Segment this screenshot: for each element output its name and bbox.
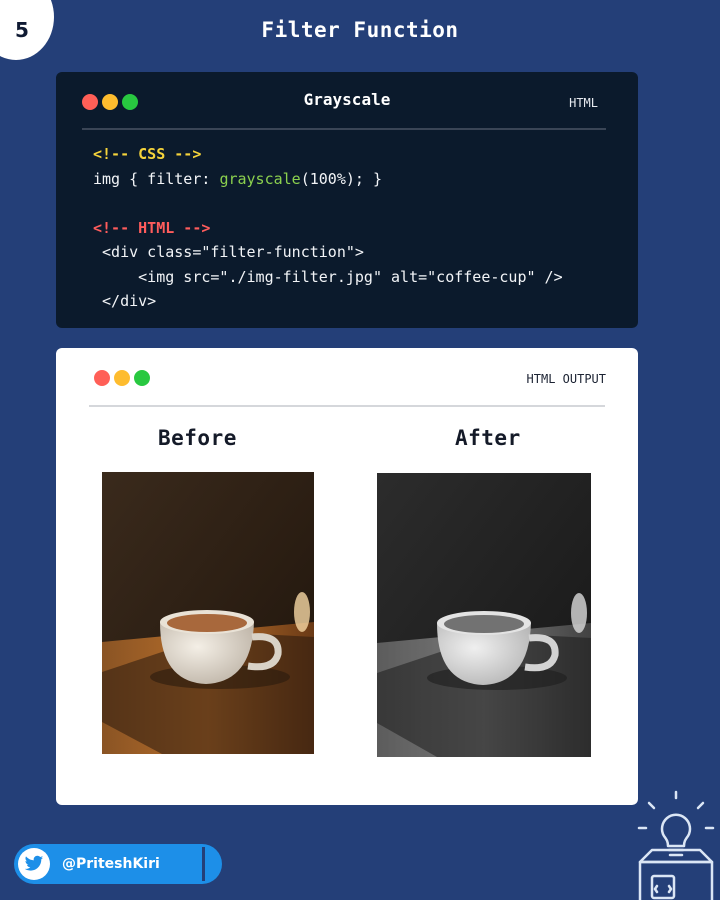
- maximize-dot[interactable]: [134, 370, 150, 386]
- html-line-1: <div class="filter-function">: [93, 243, 364, 261]
- html-comment: <!-- HTML -->: [93, 218, 211, 237]
- css-comment: <!-- CSS -->: [93, 145, 202, 163]
- css-line-suffix: (100%); }: [300, 169, 382, 188]
- css-function: grayscale: [219, 169, 301, 188]
- code-block: <!-- CSS --> img { filter: grayscale(100…: [93, 142, 563, 314]
- coffee-cup-grayscale-image: [377, 473, 591, 757]
- lightbulb-box-logo: [632, 790, 720, 900]
- pill-separator: [202, 847, 205, 881]
- twitter-handle: @PriteshKiri: [62, 856, 160, 872]
- output-window: HTML OUTPUT Before After: [56, 348, 638, 805]
- output-label: HTML OUTPUT: [526, 372, 606, 386]
- minimize-dot[interactable]: [114, 370, 130, 386]
- code-window-title: Grayscale: [303, 90, 391, 109]
- html-line-2: <img src="./img-filter.jpg" alt="coffee-…: [93, 267, 563, 286]
- divider: [82, 128, 606, 130]
- window-controls: [94, 370, 150, 386]
- divider: [89, 405, 605, 407]
- twitter-handle-pill[interactable]: @PriteshKiri: [14, 844, 222, 884]
- code-window: Grayscale HTML <!-- CSS --> img { filter…: [56, 72, 638, 328]
- before-label: Before: [158, 426, 237, 450]
- html-line-3: </div>: [93, 292, 157, 310]
- code-language-label: HTML: [569, 96, 598, 110]
- twitter-bird-icon: [18, 848, 50, 880]
- coffee-cup-color-image: [102, 472, 314, 754]
- close-dot[interactable]: [94, 370, 110, 386]
- page-title: Filter Function: [261, 18, 459, 42]
- after-label: After: [455, 426, 521, 450]
- css-line-prefix: img { filter:: [93, 169, 220, 188]
